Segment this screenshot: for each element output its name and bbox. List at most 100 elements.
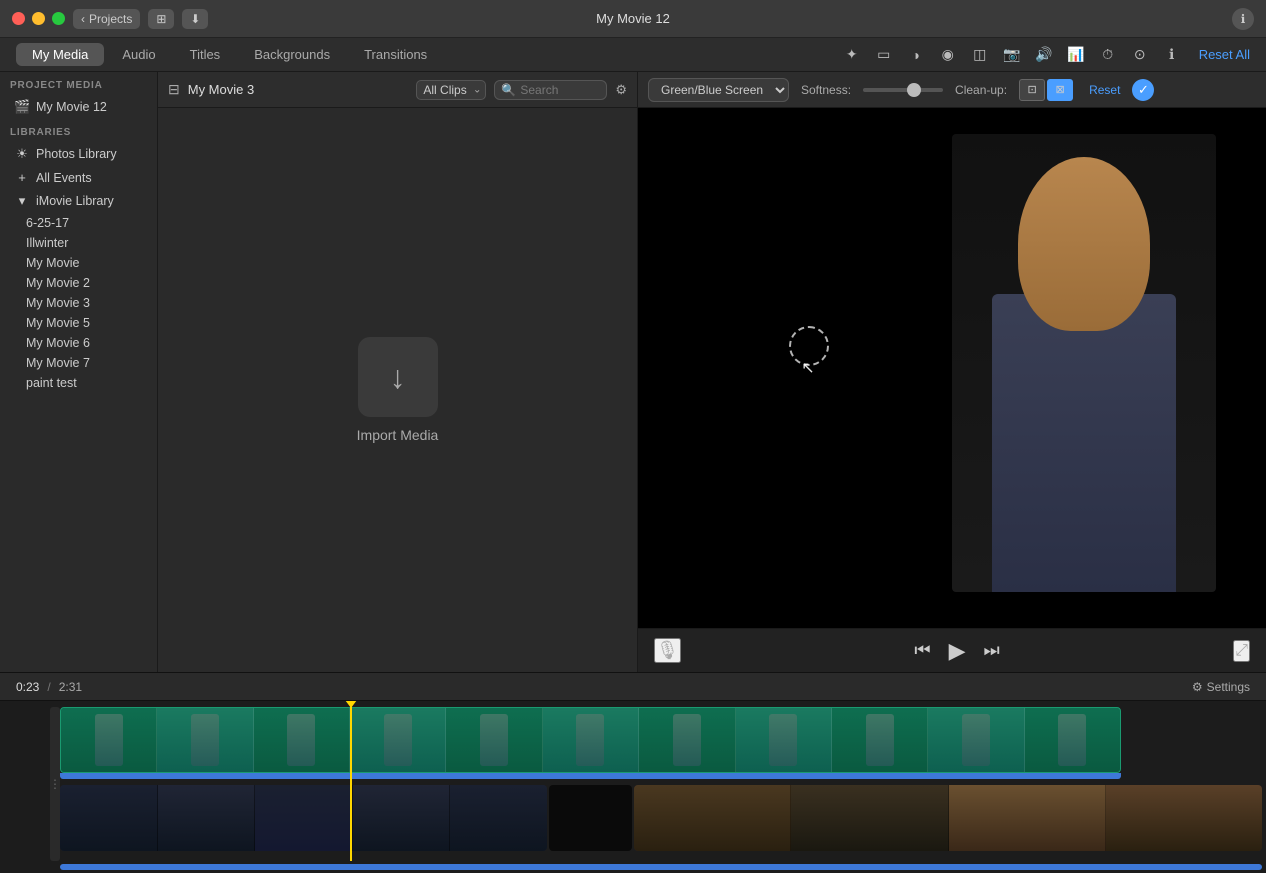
import-icon-box[interactable]: ↓ — [358, 337, 438, 417]
projects-button[interactable]: ‹ Projects — [73, 9, 140, 29]
video-preview: ↖ — [638, 108, 1266, 628]
timeline-time-current: 0:23 — [16, 680, 39, 694]
sidebar-item-my-movie-2[interactable]: My Movie 2 — [4, 273, 153, 293]
import-button[interactable]: ⬇ — [182, 9, 208, 29]
cleanup-btn-right[interactable]: ⊠ — [1047, 79, 1073, 101]
reset-button[interactable]: Reset — [1089, 83, 1120, 97]
chevron-down-icon: ▾ — [14, 193, 30, 209]
gear-icon[interactable]: ⚙ — [615, 82, 627, 98]
main-video-track — [60, 707, 1121, 773]
sidebar-item-my-movie-3[interactable]: My Movie 3 — [4, 293, 153, 313]
maximize-button[interactable] — [52, 12, 65, 25]
search-input[interactable] — [520, 83, 600, 97]
sidebar-item-illwinter[interactable]: Illwinter — [4, 233, 153, 253]
crop-icon[interactable]: ▭ — [873, 44, 895, 66]
background-track-clip1 — [60, 785, 547, 851]
info-button[interactable]: ℹ — [1232, 8, 1254, 30]
tab-backgrounds[interactable]: Backgrounds — [238, 43, 346, 66]
media-tabs: My Media Audio Titles Backgrounds Transi… — [16, 43, 443, 66]
traffic-lights — [12, 12, 65, 25]
timeline-time-total: 2:31 — [59, 680, 82, 694]
softness-track — [863, 88, 943, 92]
section-project-media: PROJECT MEDIA — [0, 72, 157, 95]
close-button[interactable] — [12, 12, 25, 25]
microphone-button[interactable]: 🎙 — [654, 638, 681, 663]
timeline-header: 0:23 / 2:31 ⚙ Settings — [0, 673, 1266, 701]
search-box: 🔍 — [494, 80, 607, 100]
sidebar-item-imovie-library[interactable]: ▾ iMovie Library — [4, 189, 153, 213]
search-icon: 🔍 — [501, 83, 516, 97]
speed-icon[interactable]: ⏱ — [1097, 44, 1119, 66]
rewind-to-start-button[interactable]: ⏮ — [914, 640, 930, 661]
audio-icon[interactable]: 🔊 — [1033, 44, 1055, 66]
sun-icon: ☀ — [14, 146, 30, 162]
play-pause-button[interactable]: ▶ — [949, 638, 966, 664]
sidebar-item-my-movie-5[interactable]: My Movie 5 — [4, 313, 153, 333]
window-title: My Movie 12 — [596, 11, 670, 26]
toolbar-icons: ✦ ▭ ◑ ◉ ◫ 📷 🔊 📊 ⏱ ⊙ ℹ Reset All — [841, 44, 1250, 66]
robot-icon[interactable]: ⊙ — [1129, 44, 1151, 66]
content-panel: ⊟ My Movie 3 All Clips 🔍 ⚙ ↓ Import Medi… — [158, 72, 638, 672]
track2-selection-bar — [60, 864, 1262, 870]
sidebar-item-6-25-17[interactable]: 6-25-17 — [4, 213, 153, 233]
preview-panel: Green/Blue Screen Softness: Clean-up: ⊡ … — [638, 72, 1266, 672]
fullscreen-button[interactable]: ⤢ — [1233, 640, 1250, 662]
tab-bar: My Media Audio Titles Backgrounds Transi… — [0, 38, 1266, 72]
tab-titles[interactable]: Titles — [174, 43, 237, 66]
keying-bar: Green/Blue Screen Softness: Clean-up: ⊡ … — [638, 72, 1266, 108]
cleanup-buttons: ⊡ ⊠ — [1019, 79, 1073, 101]
section-libraries: LIBRARIES — [0, 119, 157, 142]
sidebar-item-my-movie-6[interactable]: My Movie 6 — [4, 333, 153, 353]
trim-icon[interactable]: ◫ — [969, 44, 991, 66]
camera-icon[interactable]: 📷 — [1001, 44, 1023, 66]
film-icon: 🎬 — [14, 99, 30, 115]
sidebar-item-paint-test[interactable]: paint test — [4, 373, 153, 393]
sidebar-toggle-icon[interactable]: ⊟ — [168, 81, 180, 98]
black-clip — [549, 785, 632, 851]
plus-icon: + — [14, 170, 30, 185]
video-canvas: ↖ — [638, 108, 1266, 628]
wand-icon[interactable]: ✦ — [841, 44, 863, 66]
sidebar-item-my-movie[interactable]: My Movie — [4, 253, 153, 273]
import-label[interactable]: Import Media — [357, 427, 439, 443]
download-arrow-icon: ↓ — [390, 359, 406, 396]
info-tool-icon[interactable]: ℹ — [1161, 44, 1183, 66]
sidebar-item-my-movie-12[interactable]: 🎬 My Movie 12 — [4, 95, 153, 119]
playhead[interactable] — [350, 701, 352, 861]
all-clips-selector[interactable]: All Clips — [416, 80, 486, 100]
cleanup-label: Clean-up: — [955, 83, 1007, 97]
content-header: ⊟ My Movie 3 All Clips 🔍 ⚙ — [158, 72, 637, 108]
confirm-button[interactable]: ✓ — [1132, 79, 1154, 101]
timeline-settings-button[interactable]: ⚙ Settings — [1192, 680, 1250, 694]
landscape-track-clips — [634, 785, 1262, 851]
skip-to-end-button[interactable]: ⏭ — [983, 640, 999, 661]
tab-audio[interactable]: Audio — [106, 43, 171, 66]
minimize-button[interactable] — [32, 12, 45, 25]
softness-slider[interactable] — [863, 88, 943, 92]
grid-view-button[interactable]: ⊞ — [148, 9, 174, 29]
all-clips-selector-wrapper: All Clips — [416, 80, 486, 100]
sidebar-item-my-movie-7[interactable]: My Movie 7 — [4, 353, 153, 373]
tab-my-media[interactable]: My Media — [16, 43, 104, 66]
control-buttons: ⏮ ▶ ⏭ — [914, 638, 999, 664]
circle-icon[interactable]: ◑ — [905, 44, 927, 66]
sidebar: PROJECT MEDIA 🎬 My Movie 12 LIBRARIES ☀ … — [0, 72, 158, 672]
import-area: ↓ Import Media — [158, 108, 637, 672]
keying-mode-selector[interactable]: Green/Blue Screen — [648, 78, 789, 102]
sidebar-item-all-events[interactable]: + All Events — [4, 166, 153, 189]
content-panel-title: My Movie 3 — [188, 82, 409, 97]
title-bar: ‹ Projects ⊞ ⬇ My Movie 12 ℹ — [0, 0, 1266, 38]
timeline-left-handle[interactable]: ⋮ — [50, 707, 60, 861]
settings-icon: ⚙ — [1192, 680, 1203, 694]
chart-icon[interactable]: 📊 — [1065, 44, 1087, 66]
reset-all-button[interactable]: Reset All — [1199, 47, 1250, 62]
playback-controls: 🎙 ⏮ ▶ ⏭ ⤢ — [638, 628, 1266, 672]
track1-selection-bar — [60, 773, 1121, 779]
cleanup-btn-left[interactable]: ⊡ — [1019, 79, 1045, 101]
cursor-arrow-icon: ↖ — [801, 358, 814, 378]
color-wheel-icon[interactable]: ◉ — [937, 44, 959, 66]
softness-thumb[interactable] — [907, 83, 921, 97]
tab-transitions[interactable]: Transitions — [348, 43, 443, 66]
sidebar-item-photos-library[interactable]: ☀ Photos Library — [4, 142, 153, 166]
main-area: PROJECT MEDIA 🎬 My Movie 12 LIBRARIES ☀ … — [0, 72, 1266, 672]
